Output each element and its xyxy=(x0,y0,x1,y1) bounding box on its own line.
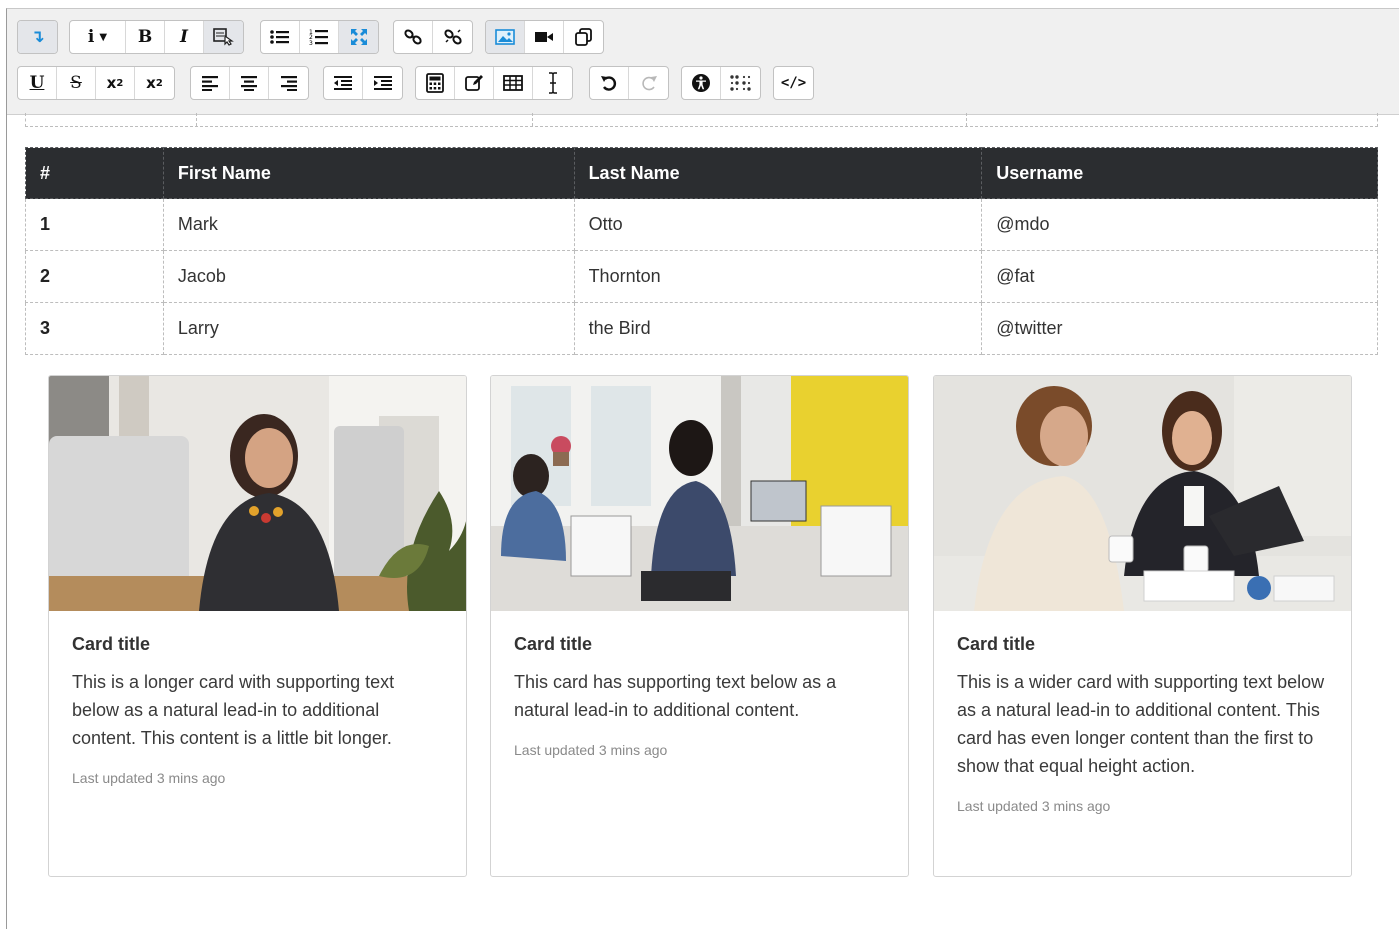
table-header-row: # First Name Last Name Username xyxy=(25,147,1378,199)
edit-icon[interactable] xyxy=(455,67,494,99)
ordered-list-icon[interactable]: 123 xyxy=(300,21,339,53)
align-center-icon[interactable] xyxy=(230,67,269,99)
bold-icon[interactable]: B xyxy=(126,21,165,53)
fullscreen-icon[interactable] xyxy=(339,21,378,53)
card-body: This card has supporting text below as a… xyxy=(514,668,884,760)
card: Card title This card has supporting text… xyxy=(490,375,909,877)
unordered-list-icon[interactable] xyxy=(261,21,300,53)
username-cell: @fat xyxy=(981,250,1378,303)
html-source-icon[interactable]: </> xyxy=(774,67,813,99)
toolbar-group-collapse: ↴ xyxy=(17,20,58,54)
header-username: Username xyxy=(981,147,1378,199)
card-body: This is a longer card with supporting te… xyxy=(72,668,442,788)
card-title: Card title xyxy=(72,634,151,654)
toolbar-group-history xyxy=(589,66,669,100)
card-image-meeting xyxy=(934,376,1351,611)
card-title: Card title xyxy=(957,634,1036,654)
toolbar-group-links xyxy=(393,20,473,54)
card-image-office-workers xyxy=(491,376,908,611)
toolbar-group-media xyxy=(485,20,604,54)
header-first-name: First Name xyxy=(162,147,575,199)
last-name-cell: the Bird xyxy=(573,302,983,355)
toolbar-group-align xyxy=(190,66,309,100)
first-name-cell: Larry xyxy=(162,302,575,355)
align-right-icon[interactable] xyxy=(269,67,308,99)
username-cell: @mdo xyxy=(981,198,1378,251)
card-text: This card has supporting text below as a… xyxy=(514,672,837,720)
card-image-woman-at-desk xyxy=(49,376,466,611)
table-row: 3 Larry the Bird @twitter xyxy=(25,302,1378,355)
underline-icon[interactable]: U xyxy=(18,67,57,99)
card: Card title This is a longer card with su… xyxy=(48,375,467,877)
row-number: 3 xyxy=(25,302,164,355)
svg-text:3: 3 xyxy=(309,40,313,46)
unlink-icon[interactable] xyxy=(433,21,472,53)
card: Card title This is a wider card with sup… xyxy=(933,375,1352,877)
table-row: 1 Mark Otto @mdo xyxy=(25,198,1378,251)
card-updated: Last updated 3 mins ago xyxy=(957,798,1111,814)
header-last-name: Last Name xyxy=(573,147,983,199)
toolbar-group-format: i ▼ B I xyxy=(69,20,244,54)
toolbar-group-accessibility xyxy=(681,66,761,100)
italic-icon[interactable]: I xyxy=(165,21,204,53)
card-body: This is a wider card with supporting tex… xyxy=(957,668,1327,816)
text-cursor-icon[interactable] xyxy=(533,67,572,99)
undo-icon[interactable] xyxy=(590,67,629,99)
manage-files-icon[interactable] xyxy=(564,21,603,53)
editor-toolbar: ↴ i ▼ B I 123 U S x 2 x 2 </> xyxy=(7,9,1399,115)
row-number: 2 xyxy=(25,250,164,303)
card-text: This is a longer card with supporting te… xyxy=(72,672,395,748)
toolbar-group-insert xyxy=(415,66,573,100)
redo-icon[interactable] xyxy=(629,67,668,99)
outdent-icon[interactable] xyxy=(324,67,363,99)
card-updated: Last updated 3 mins ago xyxy=(514,742,668,758)
toolbar-group-text-style: U S x2 x2 xyxy=(17,66,175,100)
card-text: This is a wider card with supporting tex… xyxy=(957,672,1325,776)
card-title: Card title xyxy=(514,634,593,654)
first-name-cell: Mark xyxy=(162,198,575,251)
accessibility-icon[interactable] xyxy=(682,67,721,99)
info-dropdown-icon[interactable]: i ▼ xyxy=(70,21,126,53)
users-table: # First Name Last Name Username 1 Mark O… xyxy=(25,147,1378,355)
editor-frame: ↴ i ▼ B I 123 U S x 2 x 2 </> # First Na… xyxy=(6,8,1399,929)
align-left-icon[interactable] xyxy=(191,67,230,99)
table-row: 2 Jacob Thornton @fat xyxy=(25,250,1378,303)
username-cell: @twitter xyxy=(981,302,1378,355)
link-icon[interactable] xyxy=(394,21,433,53)
editor-content[interactable]: # First Name Last Name Username 1 Mark O… xyxy=(7,113,1399,929)
last-name-cell: Thornton xyxy=(573,250,983,303)
last-name-cell: Otto xyxy=(573,198,983,251)
card-updated: Last updated 3 mins ago xyxy=(72,770,226,786)
indent-icon[interactable] xyxy=(363,67,402,99)
header-number: # xyxy=(25,147,164,199)
equation-icon[interactable] xyxy=(416,67,455,99)
first-name-cell: Jacob xyxy=(162,250,575,303)
screenreader-icon[interactable] xyxy=(721,67,760,99)
row-number: 1 xyxy=(25,198,164,251)
previous-table-fragment xyxy=(25,113,1378,127)
collapse-toolbar-icon[interactable]: ↴ xyxy=(18,21,57,53)
superscript-icon[interactable]: x2 xyxy=(135,67,174,99)
style-click-icon[interactable] xyxy=(204,21,243,53)
toolbar-group-source: </> xyxy=(773,66,814,100)
subscript-icon[interactable]: x2 xyxy=(96,67,135,99)
video-icon[interactable] xyxy=(525,21,564,53)
table-icon[interactable] xyxy=(494,67,533,99)
toolbar-group-lists: 123 xyxy=(260,20,379,54)
toolbar-group-indent xyxy=(323,66,403,100)
strikethrough-icon[interactable]: S xyxy=(57,67,96,99)
image-icon[interactable] xyxy=(486,21,525,53)
